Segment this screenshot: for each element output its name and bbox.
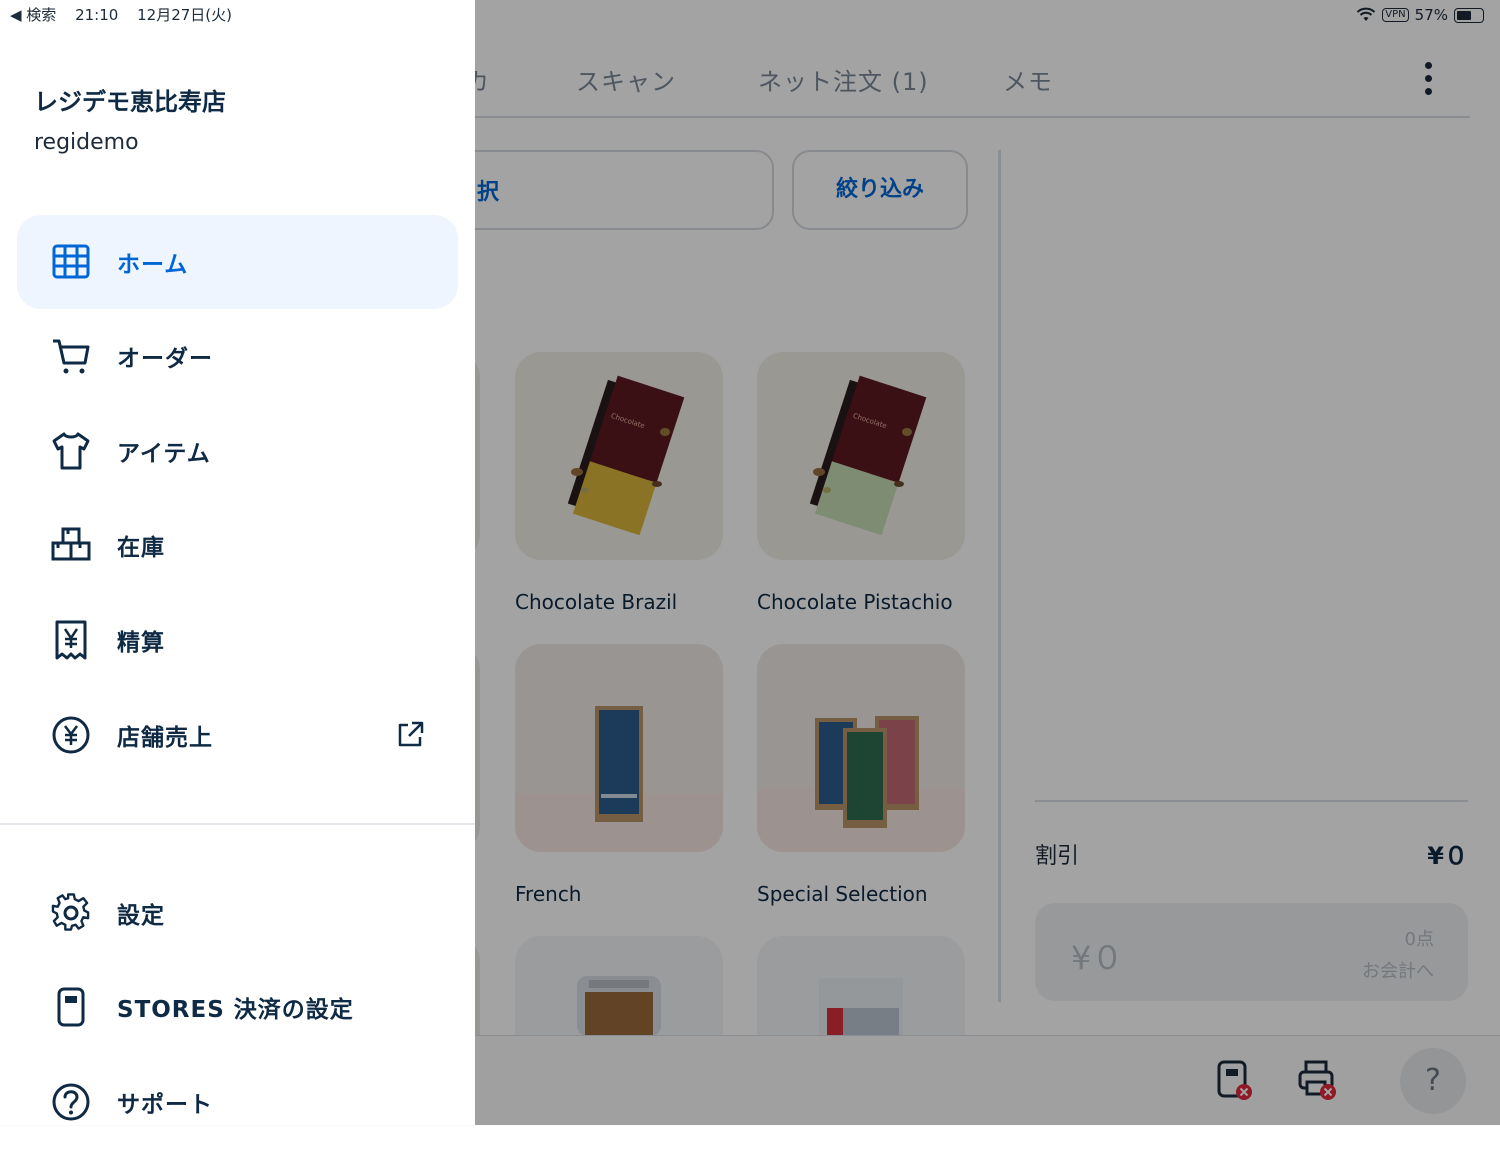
nav-label: 設定 (117, 903, 165, 929)
question-circle-icon (52, 1083, 90, 1121)
external-link-icon (398, 721, 424, 747)
nav-label: アイテム (117, 441, 211, 467)
nav-item-home[interactable]: ホーム (17, 215, 458, 309)
nav-label: 在庫 (117, 535, 165, 561)
nav-item-store-sales[interactable]: 店舗売上 (17, 688, 458, 782)
inventory-icon (51, 527, 91, 561)
tshirt-icon (52, 432, 90, 470)
navigation-drawer: ◀ 検索 21:10 12月27日(火) レジデモ恵比寿店 regidemo ホ… (0, 0, 475, 1125)
drawer-divider (0, 823, 475, 825)
cart-icon (53, 339, 90, 374)
nav-item-settlement[interactable]: 精算 (17, 593, 458, 687)
yen-circle-icon (52, 716, 90, 754)
nav-item-items[interactable]: アイテム (17, 404, 458, 498)
store-name: レジデモ恵比寿店 (34, 88, 226, 116)
back-to-search[interactable]: ◀ 検索 (10, 6, 56, 24)
nav-label: STORES 決済の設定 (117, 997, 354, 1023)
gear-icon (51, 893, 90, 931)
receipt-yen-icon (55, 620, 87, 660)
nav-label: サポート (117, 1092, 213, 1118)
nav-item-orders[interactable]: オーダー (17, 309, 458, 403)
nav-item-support[interactable]: サポート (17, 1055, 458, 1149)
nav-item-payment-settings[interactable]: STORES 決済の設定 (17, 960, 458, 1054)
nav-label: 店舗売上 (117, 725, 213, 751)
card-reader-icon (57, 987, 85, 1027)
status-time: 21:10 (75, 6, 119, 24)
nav-item-inventory[interactable]: 在庫 (17, 498, 458, 592)
nav-label: ホーム (117, 252, 189, 278)
grid-icon (52, 244, 90, 279)
status-bar-left: ◀ 検索 21:10 12月27日(火) (10, 4, 246, 25)
nav-label: オーダー (117, 346, 213, 372)
nav-label: 精算 (117, 630, 165, 656)
nav-item-settings[interactable]: 設定 (17, 866, 458, 960)
status-date: 12月27日(火) (137, 6, 232, 24)
store-id: regidemo (34, 130, 139, 155)
